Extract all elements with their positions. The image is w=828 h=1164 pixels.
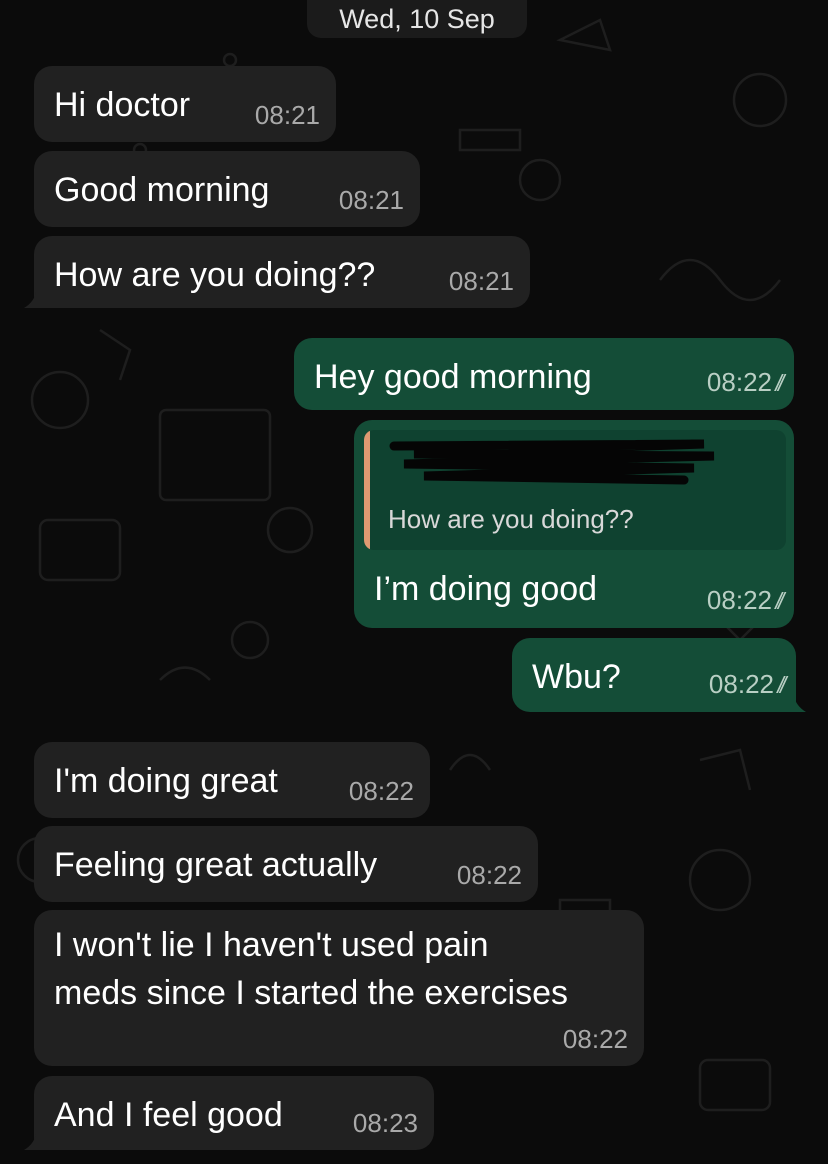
quoted-text: How are you doing?? bbox=[388, 504, 634, 534]
message-meta: 08:22// bbox=[706, 585, 787, 616]
message-time: 08:22 bbox=[708, 669, 774, 699]
message-meta: 08:22// bbox=[706, 367, 787, 398]
message-text: Wbu? bbox=[532, 658, 621, 696]
message-text: And I feel good bbox=[54, 1096, 283, 1134]
message-time: 08:22 bbox=[706, 585, 772, 615]
message-text: Good morning bbox=[54, 171, 270, 209]
message-time: 08:21 bbox=[254, 100, 320, 130]
quoted-message[interactable]: How are you doing?? bbox=[364, 430, 786, 550]
message-text: Feeling great actually bbox=[54, 846, 378, 884]
outgoing-message[interactable]: Hey good morning 08:22// bbox=[294, 338, 794, 410]
incoming-message[interactable]: Feeling great actually 08:22 bbox=[34, 826, 538, 902]
incoming-message[interactable]: I'm doing great 08:22 bbox=[34, 742, 430, 818]
message-time: 08:22 bbox=[706, 367, 772, 397]
message-time: 08:22 bbox=[562, 1024, 628, 1054]
message-time: 08:21 bbox=[448, 266, 514, 296]
message-text: I’m doing good bbox=[374, 570, 598, 608]
message-meta: 08:22// bbox=[708, 669, 789, 700]
outgoing-reply-message[interactable]: How are you doing?? I’m doing good 08:22… bbox=[354, 420, 794, 628]
outgoing-message[interactable]: Wbu? 08:22// bbox=[512, 638, 806, 712]
message-text: I'm doing great bbox=[54, 762, 278, 800]
date-divider: Wed, 10 Sep bbox=[307, 0, 527, 38]
message-time: 08:23 bbox=[352, 1108, 418, 1138]
redacted-sender-name bbox=[389, 439, 715, 485]
bubble-tail bbox=[24, 1134, 36, 1150]
message-time: 08:21 bbox=[338, 185, 404, 215]
message-text-line-1: I won't lie I haven't used pain bbox=[54, 926, 489, 964]
incoming-message[interactable]: How are you doing?? 08:21 bbox=[24, 236, 530, 308]
incoming-message[interactable]: I won't lie I haven't used pain meds sin… bbox=[34, 910, 644, 1066]
quote-accent-bar bbox=[364, 430, 370, 550]
message-time: 08:22 bbox=[456, 860, 522, 890]
bubble-tail bbox=[24, 292, 36, 308]
message-text: Hi doctor bbox=[54, 86, 191, 124]
bubble-tail bbox=[794, 696, 806, 712]
incoming-message[interactable]: And I feel good 08:23 bbox=[24, 1076, 434, 1150]
incoming-message[interactable]: Good morning 08:21 bbox=[34, 151, 420, 227]
message-text: How are you doing?? bbox=[54, 256, 376, 294]
incoming-message[interactable]: Hi doctor 08:21 bbox=[34, 66, 336, 142]
message-text-line-2: meds since I started the exercises bbox=[54, 974, 569, 1012]
message-time: 08:22 bbox=[348, 776, 414, 806]
message-text: Hey good morning bbox=[314, 358, 592, 396]
